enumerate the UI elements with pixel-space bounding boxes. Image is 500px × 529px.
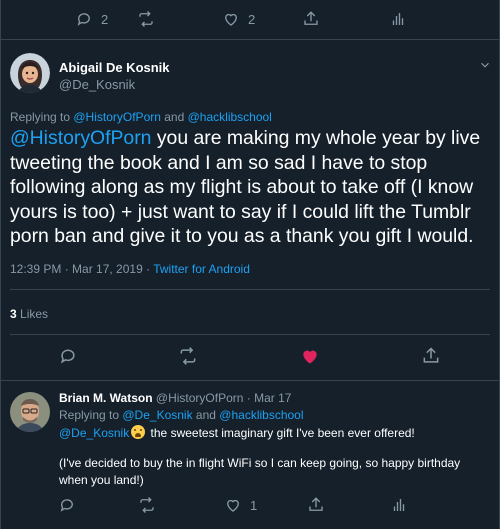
reply-icon xyxy=(77,13,90,26)
reply-header: Brian M. Watson @HistoryOfPorn · Mar 17 xyxy=(59,391,291,405)
likes-label: Likes xyxy=(16,307,49,321)
tweet-menu-button[interactable] xyxy=(478,58,492,77)
author-name[interactable]: Abigail De Kosnik xyxy=(59,60,170,75)
reply-author-name[interactable]: Brian M. Watson xyxy=(59,391,153,405)
reply-replying-to: Replying to @De_Kosnik and @hacklibschoo… xyxy=(59,408,304,422)
divider xyxy=(10,289,490,290)
share-icon xyxy=(309,497,323,511)
divider xyxy=(10,334,490,335)
tweet-meta: 12:39 PM · Mar 17, 2019 · Twitter for An… xyxy=(10,262,250,276)
analytics-icon xyxy=(392,13,404,25)
reply-avatar[interactable] xyxy=(10,392,50,432)
reply-count: 2 xyxy=(101,11,109,27)
reply-retweet-action[interactable] xyxy=(138,496,156,514)
share-icon xyxy=(423,347,439,363)
tweet-text: @HistoryOfPorn you are making my whole y… xyxy=(10,126,495,249)
crying-face-emoji-icon xyxy=(131,425,146,439)
heart-filled-icon xyxy=(303,350,317,364)
like-icon xyxy=(225,13,237,26)
avatar-image xyxy=(10,53,50,93)
analytics-action[interactable] xyxy=(389,10,407,28)
reply-reply-action[interactable] xyxy=(58,496,76,514)
reply-text-line3: when you land!) xyxy=(59,473,144,487)
replying-mention-1[interactable]: @HistoryOfPorn xyxy=(73,110,161,124)
reply-replying-mention-2[interactable]: @hacklibschool xyxy=(219,408,303,422)
tweet-mention[interactable]: @HistoryOfPorn xyxy=(10,127,151,149)
reply-replying-mention-1[interactable]: @De_Kosnik xyxy=(122,408,192,422)
share-icon xyxy=(304,11,318,25)
main-reply-button[interactable] xyxy=(58,346,78,371)
reply-like-count: 1 xyxy=(250,497,258,513)
reply-share-action[interactable] xyxy=(307,496,325,514)
author-handle[interactable]: @De_Kosnik xyxy=(59,77,135,92)
main-like-button[interactable] xyxy=(300,346,320,371)
replying-to: Replying to @HistoryOfPorn and @hacklibs… xyxy=(10,110,272,124)
reply-avatar-image xyxy=(10,392,50,432)
reply-mention[interactable]: @De_Kosnik xyxy=(59,426,129,440)
analytics-icon xyxy=(393,499,405,511)
reply-text-line1: @De_Kosnik the sweetest imaginary gift I… xyxy=(59,425,415,440)
retweet-icon xyxy=(139,11,153,27)
previous-tweet-actions: 2 2 xyxy=(0,0,500,40)
retweet-icon xyxy=(180,347,196,365)
main-share-button[interactable] xyxy=(421,346,441,371)
likes-summary[interactable]: 3 Likes xyxy=(10,307,48,321)
reply-analytics-action[interactable] xyxy=(390,496,408,514)
reply-text-line2: (I've decided to buy the in flight WiFi … xyxy=(59,456,461,470)
main-retweet-button[interactable] xyxy=(178,346,198,371)
avatar[interactable] xyxy=(10,53,50,93)
retweet-icon xyxy=(140,497,154,513)
retweet-action[interactable] xyxy=(137,10,155,28)
like-count: 2 xyxy=(248,11,256,27)
like-icon xyxy=(227,499,239,512)
reply-like-action[interactable]: 1 xyxy=(224,496,257,514)
tweet-source[interactable]: Twitter for Android xyxy=(153,262,250,276)
likes-count: 3 xyxy=(10,307,17,321)
tweet-timestamp[interactable]: 12:39 PM · Mar 17, 2019 · xyxy=(10,262,153,276)
chevron-down-icon xyxy=(481,62,489,68)
reply-action[interactable]: 2 xyxy=(75,10,108,28)
reply-icon xyxy=(60,349,75,364)
divider xyxy=(0,380,500,381)
like-action[interactable]: 2 xyxy=(222,10,255,28)
reply-icon xyxy=(60,499,73,512)
replying-mention-2[interactable]: @hacklibschool xyxy=(188,110,272,124)
share-action[interactable] xyxy=(302,10,320,28)
reply-handle-date[interactable]: @HistoryOfPorn · Mar 17 xyxy=(153,391,292,405)
